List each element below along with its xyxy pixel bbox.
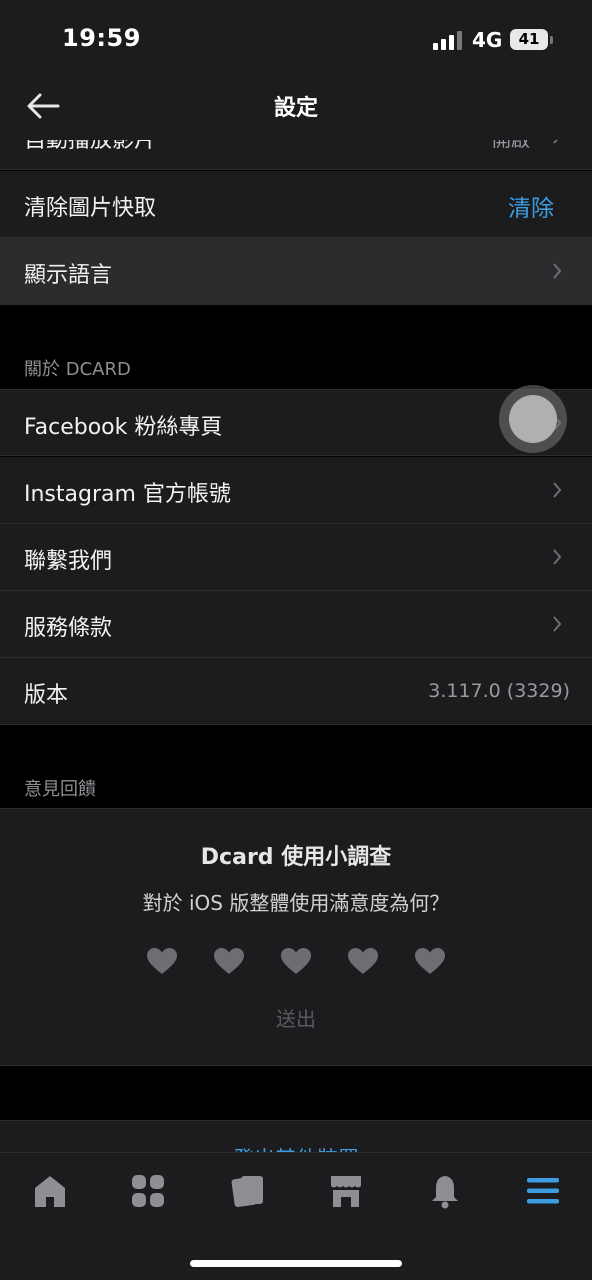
network-type: 4G xyxy=(472,28,503,52)
survey-card: Dcard 使用小調查 對於 iOS 版整體使用滿意度為何？ 送出 xyxy=(0,808,592,1066)
version-value: 3.117.0 (3329) xyxy=(428,680,570,702)
chevron-right-icon xyxy=(553,263,562,279)
home-indicator xyxy=(190,1260,402,1267)
survey-question: 對於 iOS 版整體使用滿意度為何？ xyxy=(142,891,450,915)
section-header-feedback: 意見回饋 xyxy=(24,779,96,800)
settings-row-terms[interactable]: 服務條款 xyxy=(0,591,592,658)
settings-row-label: 顯示語言 xyxy=(24,263,113,288)
chevron-right-icon xyxy=(553,549,562,565)
cards-icon[interactable] xyxy=(229,1173,265,1209)
logout-other-devices-row[interactable]: 登出其他裝置 xyxy=(0,1120,592,1152)
heart-icon[interactable] xyxy=(213,947,245,975)
settings-row-clear-cache[interactable]: 清除圖片快取 清除 xyxy=(0,171,592,238)
menu-icon[interactable] xyxy=(525,1173,561,1209)
section-header-about: 關於 DCARD xyxy=(24,359,131,380)
settings-row-version: 版本 3.117.0 (3329) xyxy=(0,658,592,725)
chevron-right-icon xyxy=(553,140,558,144)
settings-row-label: 聯繫我們 xyxy=(24,549,113,574)
settings-row-instagram[interactable]: Instagram 官方帳號 xyxy=(0,457,592,524)
survey-submit-button[interactable]: 送出 xyxy=(0,1003,592,1032)
nav-bar: 設定 xyxy=(0,78,592,140)
status-time: 19:59 xyxy=(62,24,141,52)
heart-icon[interactable] xyxy=(347,947,379,975)
settings-row-language[interactable]: 顯示語言 xyxy=(0,238,592,305)
assistive-touch-button[interactable] xyxy=(499,385,567,453)
bell-icon[interactable] xyxy=(427,1173,463,1209)
settings-row-autoplay[interactable]: 自動播放影片 開啟 xyxy=(0,140,592,170)
survey-title: Dcard 使用小調查 xyxy=(200,845,392,870)
heart-icon[interactable] xyxy=(280,947,312,975)
clear-cache-button[interactable]: 清除 xyxy=(508,189,554,223)
heart-icon[interactable] xyxy=(414,947,446,975)
cellular-signal-icon xyxy=(433,30,463,50)
settings-row-label: 清除圖片快取 xyxy=(24,196,157,221)
settings-row-label: 自動播放影片 xyxy=(24,140,157,153)
grid-icon[interactable] xyxy=(130,1173,166,1209)
home-icon[interactable] xyxy=(32,1173,68,1209)
battery-nub xyxy=(550,36,553,44)
chevron-right-icon xyxy=(553,482,562,498)
heart-icon[interactable] xyxy=(146,947,178,975)
battery-icon: 41 xyxy=(510,29,548,50)
chevron-right-icon xyxy=(553,616,562,632)
shop-icon[interactable] xyxy=(328,1173,364,1209)
settings-row-label: 服務條款 xyxy=(24,616,113,641)
status-bar: 19:59 4G 41 xyxy=(0,0,592,78)
assistive-touch-inner xyxy=(509,395,557,443)
settings-row-label: Facebook 粉絲專頁 xyxy=(24,415,223,440)
logout-other-devices-button[interactable]: 登出其他裝置 xyxy=(0,1143,592,1152)
settings-row-contact[interactable]: 聯繫我們 xyxy=(0,524,592,591)
settings-list[interactable]: 自動播放影片 開啟 清除圖片快取 清除 顯示語言 關於 DCARD Facebo… xyxy=(0,140,592,1152)
settings-row-label: Instagram 官方帳號 xyxy=(24,482,231,507)
settings-row-label: 版本 xyxy=(24,683,69,708)
settings-row-value: 開啟 xyxy=(491,140,530,151)
page-title: 設定 xyxy=(273,96,318,121)
